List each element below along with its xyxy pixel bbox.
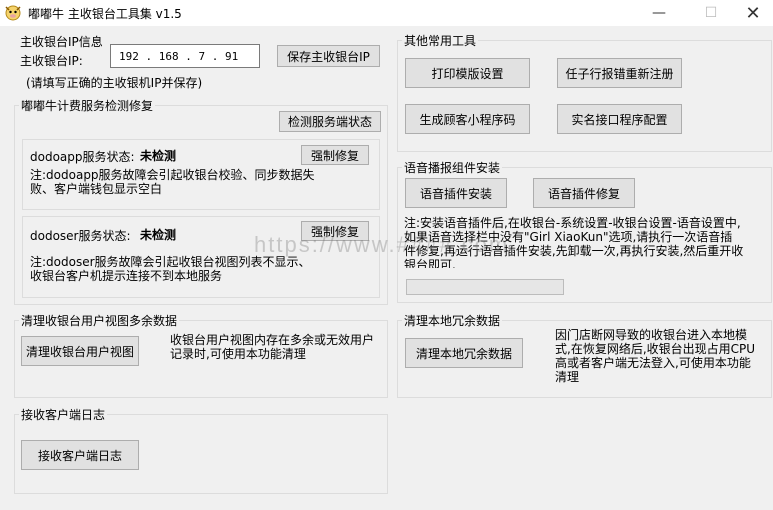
ip-section-title: 主收银台IP信息 <box>20 35 103 49</box>
dodoapp-note: 注:dodoapp服务故障会引起收银台校验、同步数据失败、客户端钱包显示空白 <box>30 168 315 196</box>
ip-address-input[interactable]: 192 . 168 . 7 . 91 <box>110 44 260 68</box>
print-template-button[interactable]: 打印模版设置 <box>405 58 530 88</box>
dodoser-status: 未检测 <box>140 228 177 242</box>
realname-config-button[interactable]: 实名接口程序配置 <box>557 104 682 134</box>
ip-label: 主收银台IP: <box>20 54 83 68</box>
reregister-button[interactable]: 任子行报错重新注册 <box>557 58 682 88</box>
voice-repair-button[interactable]: 语音插件修复 <box>533 178 635 208</box>
service-section-title: 嘟嘟牛计费服务检测修复 <box>19 97 156 114</box>
maximize-button[interactable]: ☐ <box>688 0 734 26</box>
save-ip-button[interactable]: 保存主收银台IP <box>277 45 380 67</box>
receive-log-button[interactable]: 接收客户端日志 <box>21 440 139 470</box>
mini-program-code-button[interactable]: 生成顾客小程序码 <box>405 104 530 134</box>
check-service-button[interactable]: 检测服务端状态 <box>279 111 381 132</box>
voice-install-button[interactable]: 语音插件安装 <box>405 178 507 208</box>
clear-local-title: 清理本地冗余数据 <box>402 312 503 329</box>
clear-user-view-button[interactable]: 清理收银台用户视图 <box>21 336 139 366</box>
voice-progress-bar <box>406 279 564 295</box>
voice-section-title: 语音播报组件安装 <box>402 159 503 176</box>
ip-hint: (请填写正确的主收银机IP并保存) <box>26 76 203 90</box>
dodoapp-fix-button[interactable]: 强制修复 <box>301 145 369 165</box>
window-title: 嘟嘟牛 主收银台工具集 v1.5 <box>28 7 182 21</box>
clear-view-title: 清理收银台用户视图多余数据 <box>19 312 180 329</box>
client-log-title: 接收客户端日志 <box>19 406 108 423</box>
other-tools-title: 其他常用工具 <box>402 32 479 49</box>
close-button[interactable]: ✕ <box>730 0 773 26</box>
clear-local-note: 因门店断网导致的收银台进入本地模式,在恢复网络后,收银台出现占用CPU高或者客户… <box>555 328 756 384</box>
dodoser-label: dodoser服务状态: <box>30 229 131 243</box>
clear-local-data-button[interactable]: 清理本地冗余数据 <box>405 338 523 368</box>
dodoser-note: 注:dodoser服务故障会引起收银台视图列表不显示、收银台客户机提示连接不到本… <box>30 255 311 283</box>
dodoapp-label: dodoapp服务状态: <box>30 150 135 164</box>
dodoapp-status: 未检测 <box>140 149 177 163</box>
cow-logo-icon <box>5 5 21 21</box>
watermark-text: https://www.####.com <box>254 232 510 257</box>
other-tools-group: 其他常用工具 <box>397 32 772 152</box>
title-bar: 嘟嘟牛 主收银台工具集 v1.5 — ☐ ✕ <box>0 0 773 26</box>
clear-view-note: 收银台用户视图内存在多余或无效用户记录时,可使用本功能清理 <box>170 333 375 361</box>
minimize-button[interactable]: — <box>636 0 682 26</box>
